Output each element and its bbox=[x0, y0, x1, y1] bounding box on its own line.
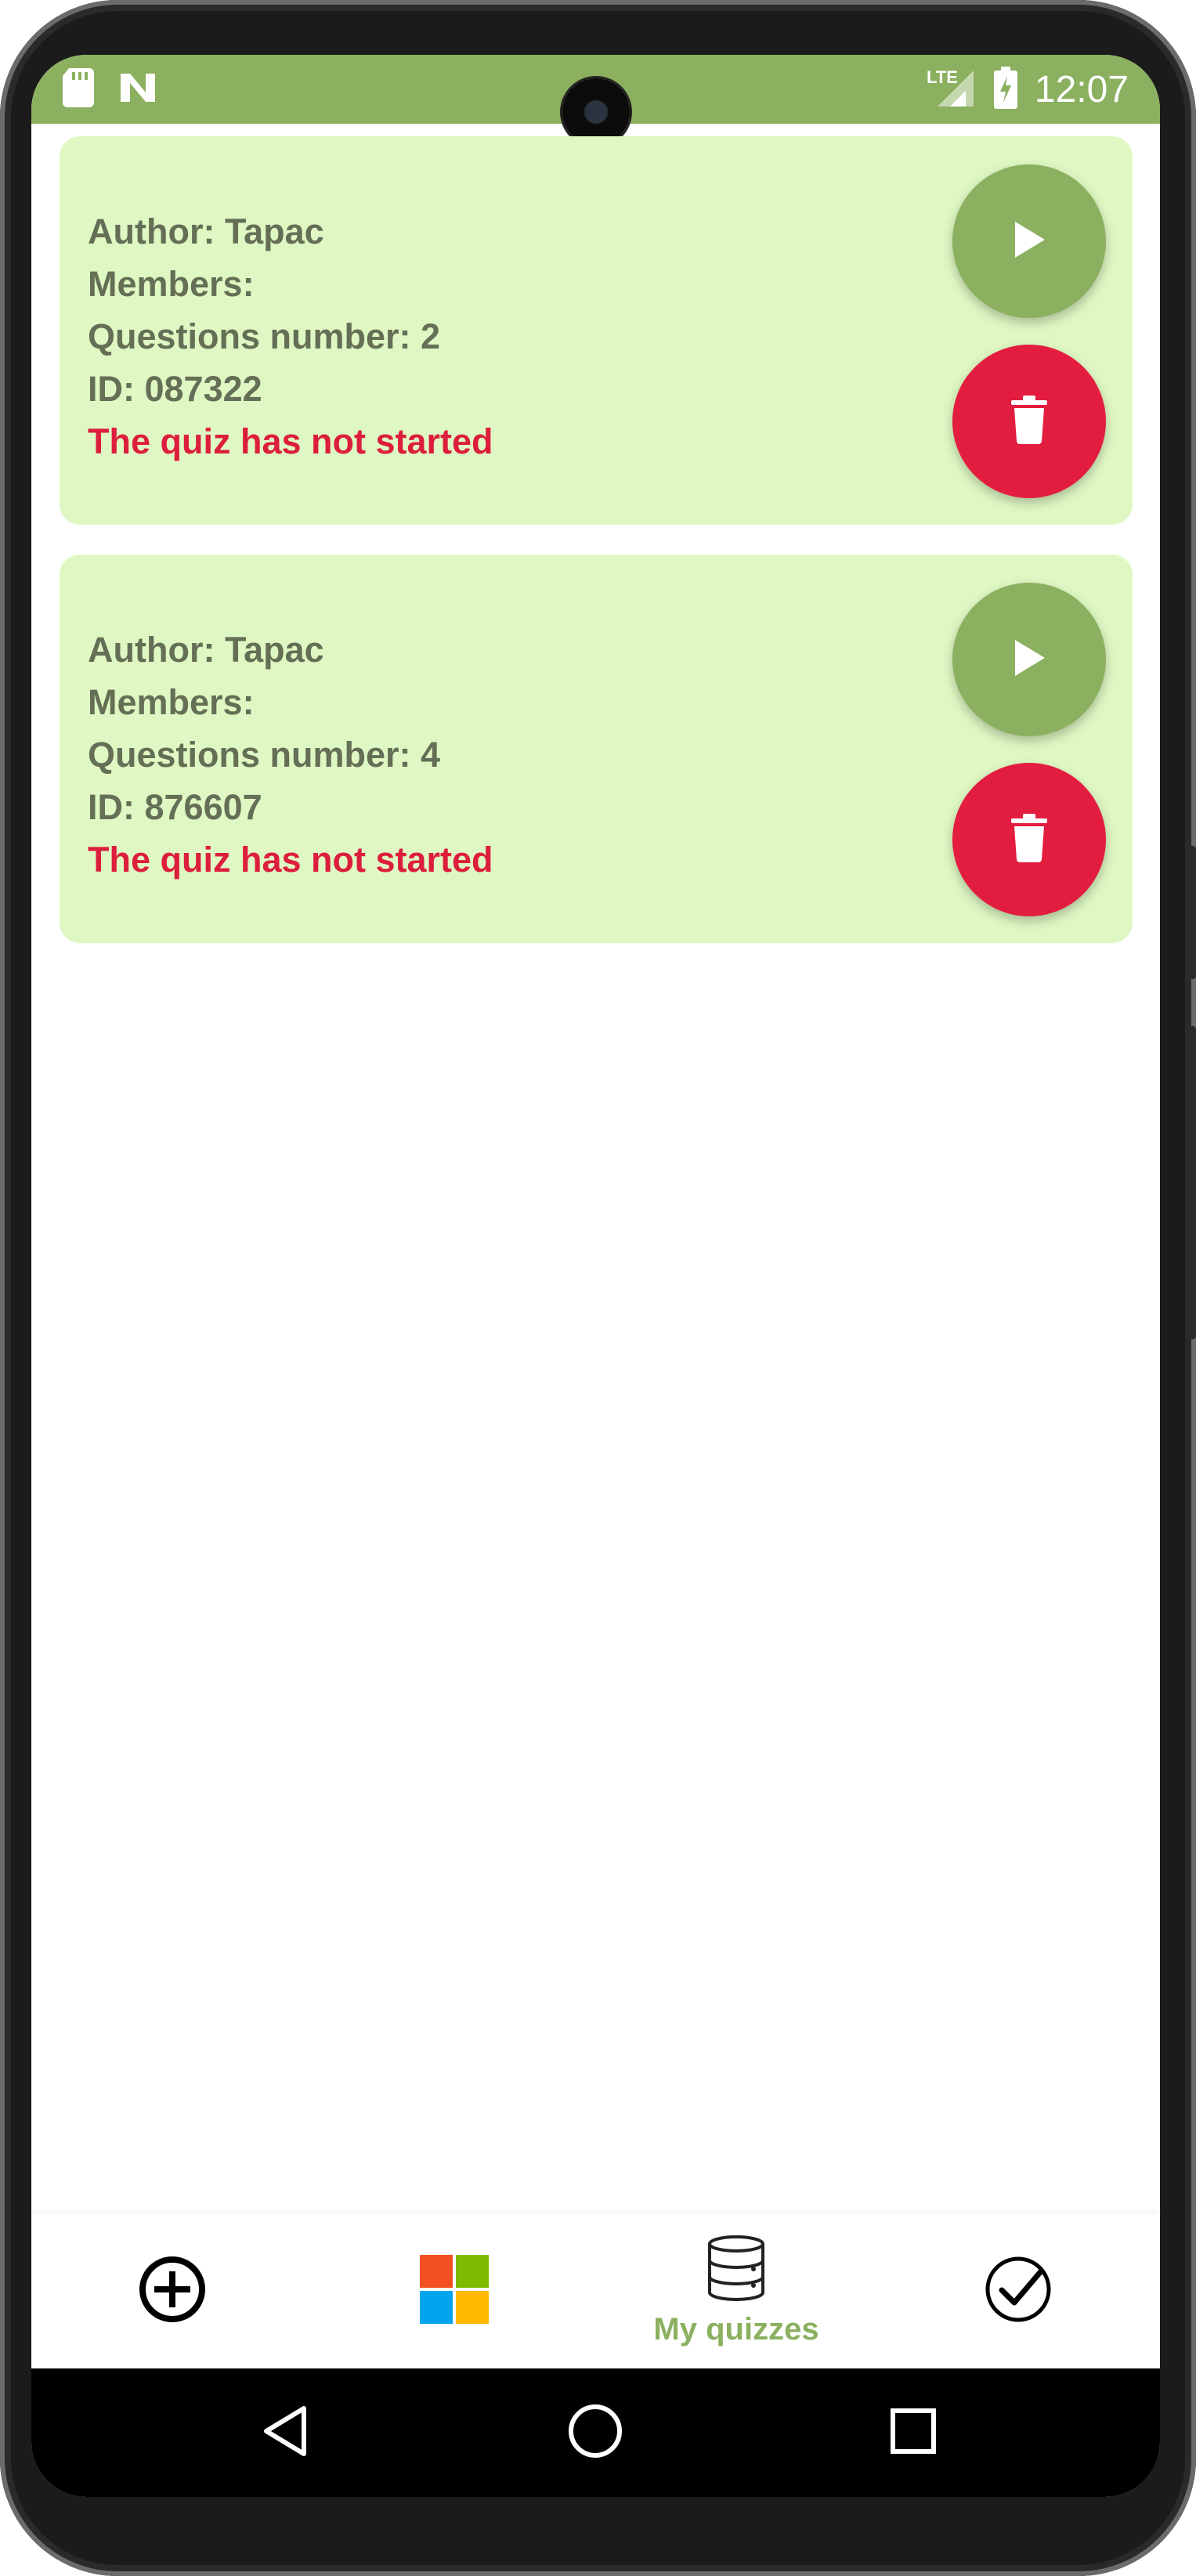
recents-button[interactable] bbox=[885, 2404, 941, 2461]
quiz-author: Author: Tapac bbox=[88, 211, 324, 251]
delete-quiz-button[interactable] bbox=[952, 763, 1106, 916]
play-icon bbox=[1012, 220, 1046, 263]
n-notification-icon bbox=[117, 70, 158, 109]
nav-item-create[interactable] bbox=[31, 2213, 313, 2368]
quiz-questions-number: Questions number: 2 bbox=[88, 316, 441, 356]
sd-card-icon bbox=[63, 67, 94, 111]
home-icon bbox=[568, 2404, 623, 2462]
bottom-navigation: My quizzes bbox=[31, 2213, 1160, 2368]
quiz-list: Author: Tapac Members: Questions number:… bbox=[60, 136, 1133, 973]
signal-icon: LTE bbox=[927, 67, 977, 112]
delete-quiz-button[interactable] bbox=[952, 345, 1106, 498]
phone-frame: LTE 12:07 Author: Tapac Members: Questio… bbox=[0, 0, 1196, 2576]
quiz-members: Members: bbox=[88, 682, 255, 722]
home-button[interactable] bbox=[567, 2404, 623, 2461]
battery-charging-icon bbox=[993, 66, 1017, 113]
play-quiz-button[interactable] bbox=[952, 583, 1106, 736]
play-icon bbox=[1012, 638, 1046, 681]
quiz-author: Author: Tapac bbox=[88, 630, 324, 670]
quiz-info: Author: Tapac Members: Questions number:… bbox=[88, 623, 493, 886]
nav-label-my-quizzes: My quizzes bbox=[653, 2312, 819, 2347]
back-button[interactable] bbox=[257, 2404, 313, 2461]
recents-icon bbox=[890, 2408, 937, 2459]
network-type: LTE bbox=[927, 67, 958, 87]
database-icon bbox=[706, 2235, 766, 2306]
back-icon bbox=[262, 2405, 309, 2461]
play-quiz-button[interactable] bbox=[952, 164, 1106, 318]
quiz-id: ID: 087322 bbox=[88, 369, 262, 409]
quiz-status: The quiz has not started bbox=[88, 840, 493, 880]
check-circle-icon bbox=[983, 2254, 1053, 2329]
quiz-info: Author: Tapac Members: Questions number:… bbox=[88, 205, 493, 468]
quiz-members: Members: bbox=[88, 264, 255, 304]
status-time: 12:07 bbox=[1034, 68, 1129, 110]
quiz-status: The quiz has not started bbox=[88, 421, 493, 461]
volume-button bbox=[1188, 1026, 1196, 1339]
power-button bbox=[1188, 846, 1196, 979]
screen: LTE 12:07 Author: Tapac Members: Questio… bbox=[31, 55, 1160, 2497]
system-navigation-bar bbox=[31, 2368, 1160, 2497]
trash-icon bbox=[1011, 395, 1047, 448]
nav-item-my-quizzes[interactable]: My quizzes bbox=[595, 2213, 877, 2368]
nav-item-apps[interactable] bbox=[313, 2213, 595, 2368]
add-circle-icon bbox=[137, 2254, 208, 2329]
quiz-questions-number: Questions number: 4 bbox=[88, 735, 441, 775]
tiles-icon bbox=[420, 2254, 489, 2328]
quiz-id: ID: 876607 bbox=[88, 787, 262, 827]
quiz-card[interactable]: Author: Tapac Members: Questions number:… bbox=[60, 555, 1133, 943]
trash-icon bbox=[1011, 813, 1047, 866]
quiz-card[interactable]: Author: Tapac Members: Questions number:… bbox=[60, 136, 1133, 525]
nav-item-results[interactable] bbox=[877, 2213, 1159, 2368]
